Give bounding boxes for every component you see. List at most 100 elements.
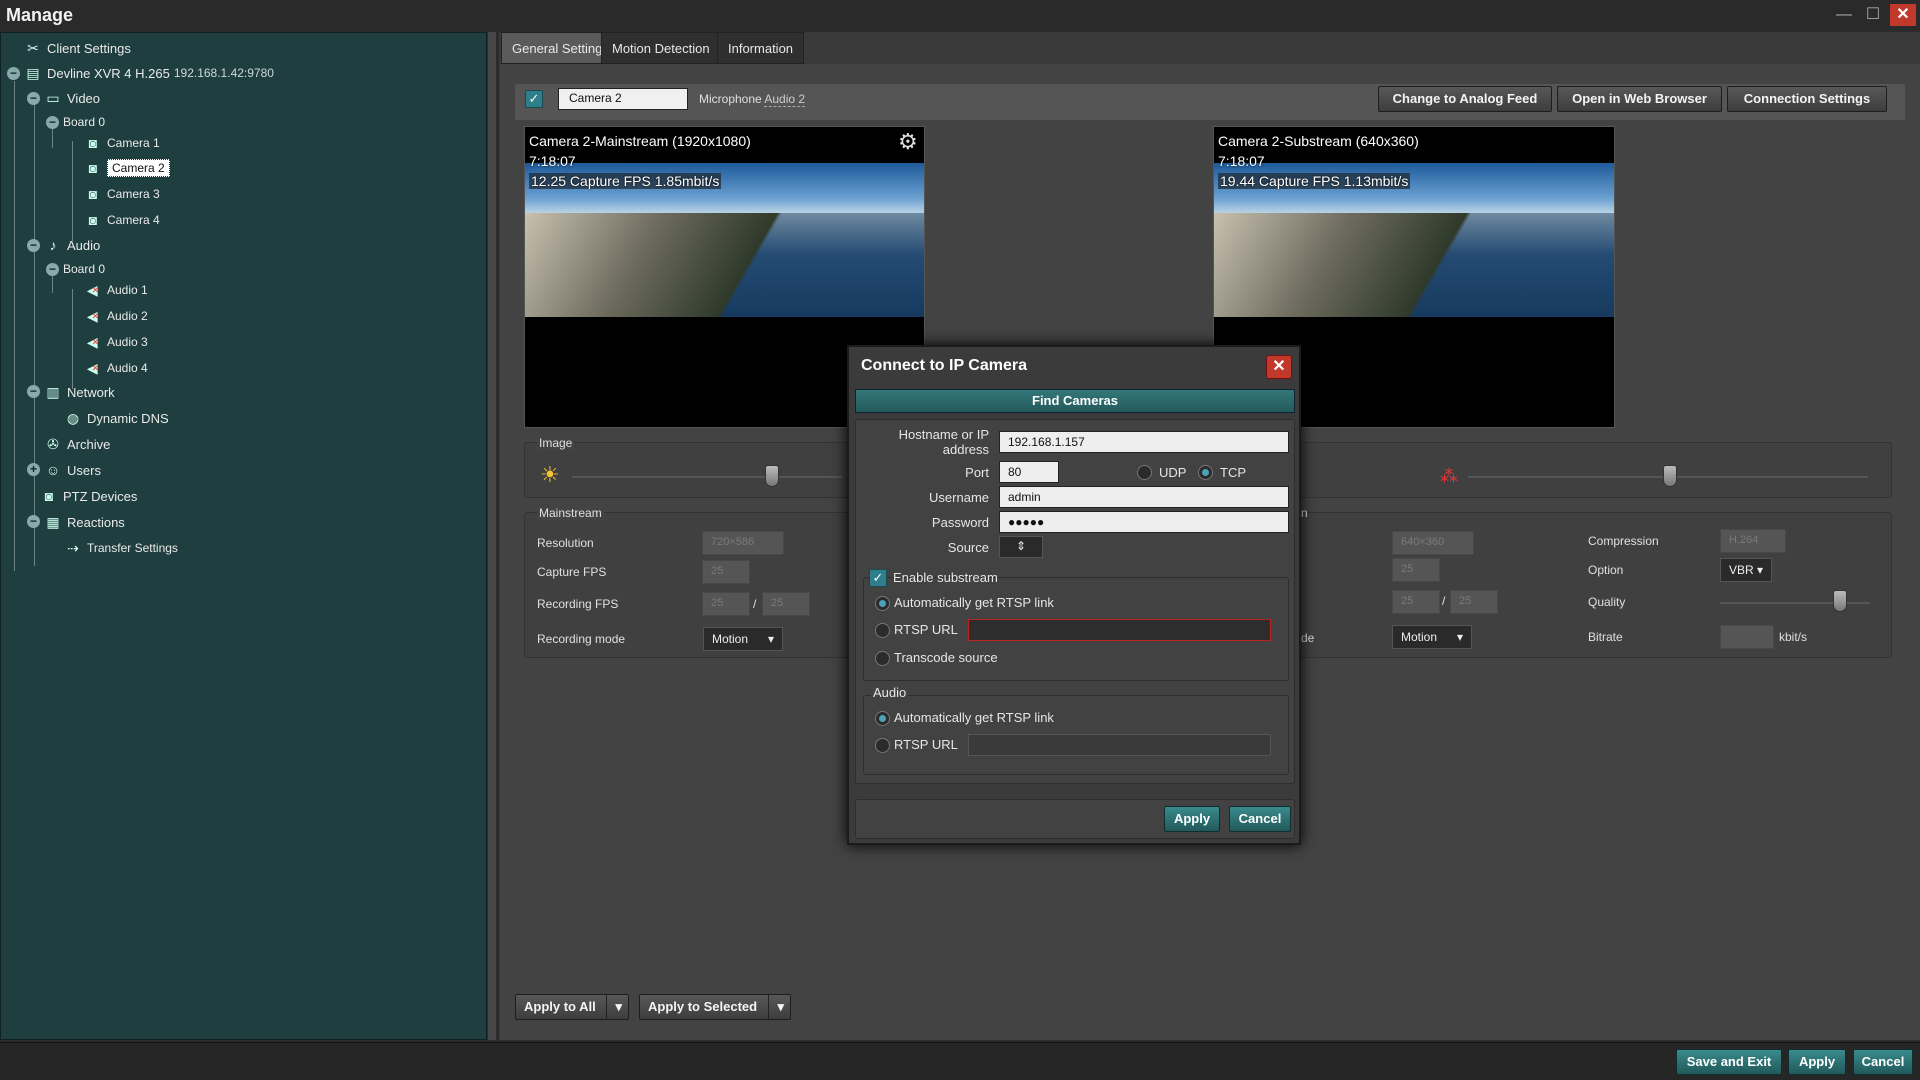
port-input[interactable]: 80 — [999, 461, 1059, 483]
substream-rec-fps-a[interactable]: 25 — [1392, 590, 1440, 614]
audio-rtsp-url-input[interactable] — [968, 734, 1271, 756]
source-select[interactable]: ⇕ — [999, 536, 1043, 558]
collapse-audio-board-toggle[interactable]: − — [46, 263, 59, 276]
audio-auto-rtsp-label: Automatically get RTSP link — [894, 710, 1054, 725]
brightness-slider-thumb[interactable] — [765, 465, 779, 487]
tree-item-network[interactable]: ▥ Network — [43, 381, 114, 403]
username-input[interactable]: admin — [999, 486, 1289, 508]
camera-enabled-checkbox[interactable]: ✓ — [525, 90, 543, 108]
option-label: Option — [1588, 563, 1624, 577]
image-group-title: Image — [537, 436, 575, 450]
tree-item-users[interactable]: ☺ Users — [43, 459, 101, 481]
panel-splitter[interactable] — [488, 32, 496, 1040]
dialog-cancel-button[interactable]: Cancel — [1229, 806, 1291, 832]
substream-rec-fps-b[interactable]: 25 — [1450, 590, 1498, 614]
chevron-down-icon[interactable]: ▾ — [768, 995, 784, 1019]
server-icon: ▤ — [26, 65, 40, 81]
tree-item-camera-4[interactable]: ◙ Camera 4 — [83, 209, 160, 231]
collapse-video-toggle[interactable]: − — [27, 92, 40, 105]
auto-rtsp-radio[interactable] — [875, 596, 890, 611]
tab-motion-detection[interactable]: Motion Detection — [601, 32, 721, 64]
tree-item-video[interactable]: ▭ Video — [43, 87, 100, 109]
tree-item-camera-2[interactable]: ◙ Camera 2 — [83, 157, 170, 179]
hostname-input[interactable]: 192.168.1.157 — [999, 431, 1289, 453]
substream-recording-mode-select[interactable]: Motion ▾ — [1392, 625, 1472, 649]
tree-item-audio-2[interactable]: ◀✕ Audio 2 — [83, 305, 148, 327]
tree-item-reactions[interactable]: ▦ Reactions — [43, 511, 124, 533]
collapse-network-toggle[interactable]: − — [27, 385, 40, 398]
enable-substream-label: Enable substream — [893, 570, 998, 585]
saturation-slider-thumb[interactable] — [1663, 465, 1677, 487]
audio-rtsp-url-radio[interactable] — [875, 738, 890, 753]
tcp-radio[interactable] — [1198, 465, 1213, 480]
apply-button[interactable]: Apply — [1788, 1049, 1846, 1075]
find-cameras-button[interactable]: Find Cameras — [855, 389, 1295, 413]
tree-item-audio[interactable]: ♪ Audio — [43, 234, 101, 256]
microphone-label: Microphone Audio 2 — [699, 92, 806, 107]
udp-radio[interactable] — [1137, 465, 1152, 480]
recording-fps-spin-a[interactable]: 25 — [702, 592, 750, 616]
enable-substream-checkbox[interactable]: ✓ — [869, 569, 887, 587]
cancel-button[interactable]: Cancel — [1853, 1049, 1913, 1075]
resolution-select[interactable]: 720×586 — [702, 531, 784, 555]
tab-information[interactable]: Information — [717, 32, 805, 64]
change-to-analog-button[interactable]: Change to Analog Feed — [1378, 86, 1552, 112]
microphone-link[interactable]: Audio 2 — [764, 92, 806, 107]
tree-item-camera-1[interactable]: ◙ Camera 1 — [83, 132, 160, 154]
tree-item-audio-3[interactable]: ◀✕ Audio 3 — [83, 331, 148, 353]
username-label: Username — [929, 490, 989, 505]
tree-item-client-settings[interactable]: ✂ Client Settings — [23, 37, 131, 59]
collapse-server-toggle[interactable]: − — [7, 67, 20, 80]
compression-select[interactable]: H.264 — [1720, 529, 1786, 553]
quality-slider-thumb[interactable] — [1833, 590, 1847, 612]
camera-name-input[interactable]: Camera 2 — [558, 88, 688, 110]
tree-item-audio-1[interactable]: ◀✕ Audio 1 — [83, 279, 148, 301]
rtsp-url-radio[interactable] — [875, 623, 890, 638]
tree-item-audio-4[interactable]: ◀✕ Audio 4 — [83, 357, 148, 379]
maximize-icon[interactable]: ☐ — [1860, 4, 1886, 26]
bitrate-input[interactable] — [1720, 625, 1774, 649]
tree-item-ptz-devices[interactable]: ◙ PTZ Devices — [39, 485, 138, 507]
password-input[interactable]: ●●●●● — [999, 511, 1289, 533]
tree-item-archive[interactable]: ✇ Archive — [43, 433, 110, 455]
tree-item-server[interactable]: ▤ Devline XVR 4 H.265 192.168.1.42:9780 — [23, 62, 274, 84]
apply-to-all-button[interactable]: Apply to All ▾ — [515, 994, 629, 1020]
tree-item-camera-3[interactable]: ◙ Camera 3 — [83, 183, 160, 205]
substream-title: Camera 2-Substream (640x360) — [1218, 133, 1419, 149]
substream-resolution-select[interactable]: 640×360 — [1392, 531, 1474, 555]
minimize-icon[interactable]: — — [1831, 4, 1857, 26]
substream-capture-fps-select[interactable]: 25 — [1392, 558, 1440, 582]
open-web-browser-button[interactable]: Open in Web Browser — [1557, 86, 1722, 112]
collapse-reactions-toggle[interactable]: − — [27, 515, 40, 528]
collapse-video-board-toggle[interactable]: − — [46, 116, 59, 129]
mainstream-group-title: Mainstream — [537, 506, 604, 520]
mainstream-time: 7:18:07 — [529, 153, 576, 169]
save-and-exit-button[interactable]: Save and Exit — [1676, 1049, 1782, 1075]
expand-users-toggle[interactable]: + — [27, 463, 40, 476]
chevron-down-icon[interactable]: ▾ — [606, 995, 622, 1019]
tree-item-video-board[interactable]: Board 0 — [63, 111, 105, 133]
audio-auto-rtsp-radio[interactable] — [875, 711, 890, 726]
apply-to-selected-button[interactable]: Apply to Selected ▾ — [639, 994, 791, 1020]
recording-fps-spin-b[interactable]: 25 — [762, 592, 810, 616]
collapse-audio-toggle[interactable]: − — [27, 239, 40, 252]
tree-item-transfer-settings[interactable]: ⇢ Transfer Settings — [63, 537, 178, 559]
brightness-slider[interactable] — [572, 476, 842, 478]
option-select[interactable]: VBR ▾ — [1720, 558, 1772, 582]
connection-settings-button[interactable]: Connection Settings — [1727, 86, 1887, 112]
dialog-close-button[interactable]: ✕ — [1266, 355, 1292, 379]
camera-icon: ◙ — [88, 160, 98, 176]
rtsp-url-input[interactable] — [968, 619, 1271, 641]
camera-icon: ◙ — [88, 212, 98, 228]
connect-ip-camera-dialog: Connect to IP Camera ✕ Find Cameras Host… — [847, 345, 1301, 845]
quality-slider[interactable] — [1720, 602, 1870, 604]
transcode-radio[interactable] — [875, 651, 890, 666]
tree-item-audio-board[interactable]: Board 0 — [63, 258, 105, 280]
dialog-apply-button[interactable]: Apply — [1164, 806, 1220, 832]
tree-item-dynamic-dns[interactable]: ◍ Dynamic DNS — [63, 407, 169, 429]
capture-fps-select[interactable]: 25 — [702, 560, 750, 584]
gear-icon[interactable]: ⚙ — [898, 129, 918, 155]
users-icon: ☺ — [45, 462, 61, 478]
close-window-icon[interactable]: ✕ — [1890, 4, 1916, 26]
recording-mode-select[interactable]: Motion ▾ — [703, 627, 783, 651]
